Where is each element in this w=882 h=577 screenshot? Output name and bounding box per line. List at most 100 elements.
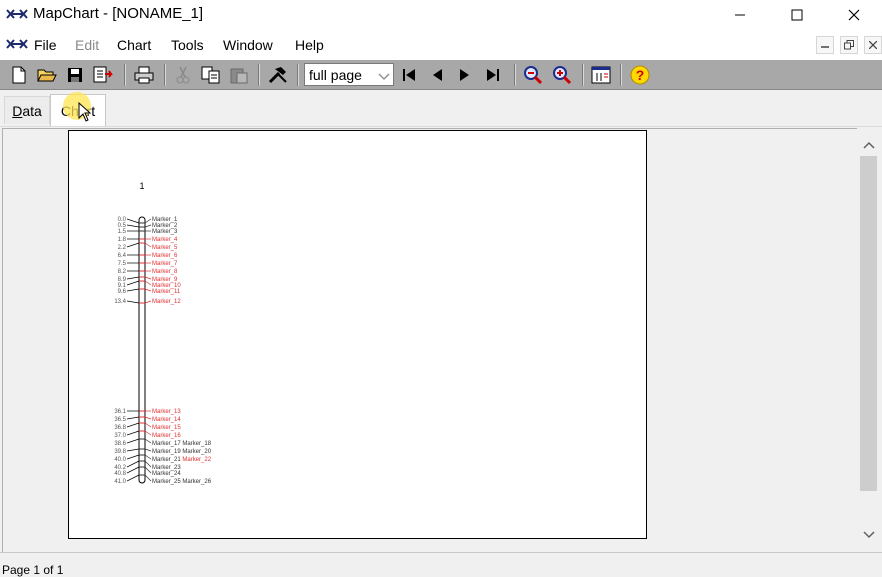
mdi-close-button[interactable] [864,36,882,54]
document-icon[interactable] [6,37,28,56]
menu-help[interactable]: Help [295,37,324,53]
zoom-in-button[interactable] [551,64,573,86]
menu-bar: File Edit Chart Tools Window Help [0,30,882,60]
close-button[interactable] [825,0,882,30]
marker-name-label: Marker_5 [152,245,178,251]
window-title: MapChart - [NONAME_1] [33,5,204,22]
position-connector [126,474,140,482]
help-button[interactable]: ? [629,64,651,86]
toolbar: ? [0,60,882,90]
title-bar: MapChart - [NONAME_1] [0,0,882,30]
scroll-up-icon[interactable] [863,136,875,154]
position-connector [126,416,140,420]
marker-position-label: 6.4 [118,253,127,259]
marker-position-label: 41.0 [114,479,126,485]
marker-name-label: Marker_11 [152,289,181,295]
save-icon [68,68,82,82]
maximize-button[interactable] [768,0,826,30]
position-connector [126,466,140,474]
marker-position-label: 9.6 [118,289,127,295]
zoom-in-icon [553,66,572,85]
marker-position-label: 36.1 [114,409,126,415]
position-connector [126,300,140,304]
first-page-button[interactable] [398,64,420,86]
marker-connector [144,276,152,280]
marker-connector [144,454,152,460]
zoom-out-button[interactable] [522,64,544,86]
menu-tools[interactable]: Tools [171,37,204,53]
new-file-icon [12,66,26,84]
menu-file[interactable]: File [34,37,57,53]
cut-button[interactable] [172,64,194,86]
position-connector [126,460,140,468]
marker-connector [144,448,152,452]
chromosome-bar [138,216,146,484]
marker-name-label: Marker_3 [152,229,178,235]
tab-data-label: Data [12,102,42,119]
export-button[interactable] [92,64,114,86]
chart-page: 1 0.0 Marker_1 0.5 Marker_2 1.5 Marker_3 1.8 Mar… [68,130,647,539]
position-connector [126,276,140,280]
marker-name-label: Marker_12 [152,299,181,305]
marker-name-label: Marker_21 Marker_22 [152,457,212,463]
tools-icon [268,67,287,84]
mdi-restore-button[interactable] [840,36,858,54]
marker-name-label: Marker_6 [152,253,178,259]
marker-position-label: 38.6 [114,441,126,447]
menu-edit[interactable]: Edit [75,37,99,53]
marker-name-label: Marker_4 [152,237,178,243]
page-status: Page 1 of 1 [2,563,64,577]
menu-chart[interactable]: Chart [117,37,151,53]
prev-page-icon [433,69,442,81]
save-button[interactable] [64,64,86,86]
menu-window[interactable]: Window [223,37,273,53]
linkage-map-chart: 10.0 Marker_10.5 Marker_21.5 Marker_31.8 Mar… [114,181,212,485]
minimize-button[interactable] [711,0,769,30]
position-connector [126,430,140,436]
close-icon [848,9,860,21]
marker-connector [144,288,152,292]
copy-button[interactable] [200,64,222,86]
export-icon [93,66,113,83]
chart-properties-button[interactable] [590,64,612,86]
marker-connector [144,438,152,444]
open-folder-icon [37,69,57,82]
marker-position-label: 8.2 [118,269,127,275]
last-page-button[interactable] [482,64,504,86]
view-tabs: Data Chart [0,90,882,127]
new-file-button[interactable] [8,64,30,86]
marker-position-label: 13.4 [114,299,126,305]
marker-connector [144,474,152,482]
copy-icon [201,66,220,84]
open-button[interactable] [36,64,58,86]
print-button[interactable] [133,64,155,86]
marker-position-label: 1.8 [118,237,127,243]
vertical-scrollbar[interactable] [858,130,880,550]
linkage-group-label: 1 [139,181,144,191]
zoom-out-icon [524,66,543,85]
scroll-down-icon[interactable] [863,526,875,544]
tools-button[interactable] [267,64,289,86]
marker-name-label: Marker_13 [152,409,181,415]
svg-text:?: ? [636,67,645,83]
scrollbar-thumb[interactable] [860,156,877,491]
marker-name-label: Marker_7 [152,261,178,267]
position-connector [126,454,140,460]
marker-connector [144,466,152,474]
marker-connector [144,430,152,436]
mdi-minimize-button[interactable] [816,36,834,54]
print-icon [134,66,154,84]
marker-name-label: Marker_24 [152,471,181,477]
zoom-select[interactable]: full page [304,63,394,86]
zoom-select-value: full page [309,67,362,83]
marker-name-label: Marker_8 [152,269,178,275]
next-page-button[interactable] [454,64,476,86]
minimize-icon [735,14,745,16]
mapchart-app-icon [6,7,28,26]
paste-button[interactable] [228,64,250,86]
marker-name-label: Marker_14 [152,417,181,423]
close-icon [869,41,877,49]
help-icon: ? [630,65,650,85]
previous-page-button[interactable] [426,64,448,86]
tab-data[interactable]: Data [4,96,50,124]
